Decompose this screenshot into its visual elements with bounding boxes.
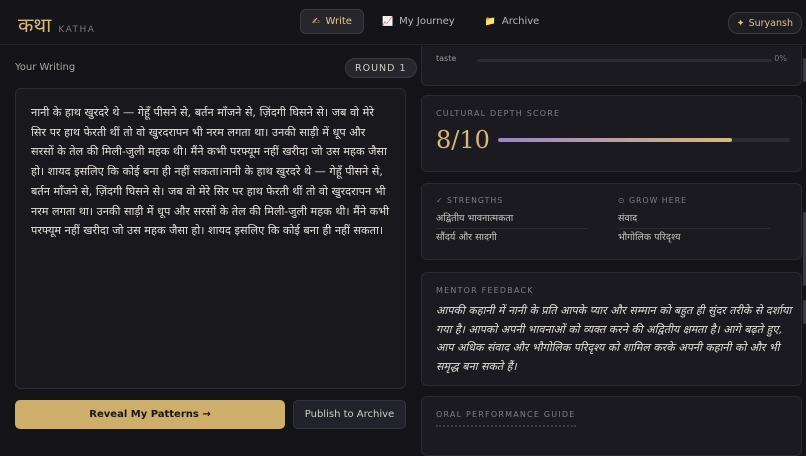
- strength-item: सौंदर्य और सादगी: [436, 232, 497, 243]
- grow-title: ⊙ GROW HERE: [618, 196, 687, 205]
- mentor-title: MENTOR FEEDBACK: [436, 286, 534, 295]
- tab-my-journey-label: My Journey: [399, 16, 455, 27]
- grow-column: ⊙ GROW HERE संवाद भौगोलिक परिदृश्य: [618, 196, 770, 247]
- grow-item: संवाद: [618, 210, 770, 229]
- folder-icon: 📁: [484, 16, 496, 27]
- tab-write-label: Write: [325, 16, 352, 27]
- user-menu-button[interactable]: ✦ Suryansh: [727, 12, 802, 34]
- taste-label: taste: [436, 54, 457, 63]
- score-bar-fill: [498, 138, 732, 142]
- reveal-patterns-button[interactable]: Reveal My Patterns →: [15, 400, 285, 429]
- taste-card: taste 0%: [421, 46, 802, 86]
- publish-archive-button[interactable]: Publish to Archive: [293, 400, 406, 429]
- brand-name-hindi: कथा: [18, 13, 52, 37]
- brand-name-english: KATHA: [58, 25, 96, 35]
- score-value: 8/10: [436, 126, 490, 154]
- writing-hand-icon: ✍: [312, 16, 320, 27]
- tab-write[interactable]: ✍ Write: [300, 9, 364, 34]
- oral-performance-card: ORAL PERFORMANCE GUIDE: [421, 396, 802, 456]
- taste-value: 0%: [774, 54, 787, 63]
- strengths-column: ✓ STRENGTHS अद्वितीय भावनात्मकता सौंदर्य…: [436, 196, 588, 247]
- score-title: CULTURAL DEPTH SCORE: [436, 109, 561, 118]
- chart-icon: 📈: [381, 16, 394, 27]
- oral-title: ORAL PERFORMANCE GUIDE: [436, 410, 576, 419]
- taste-bar: [477, 59, 772, 62]
- tab-archive-label: Archive: [501, 16, 540, 27]
- strengths-title: ✓ STRENGTHS: [436, 196, 504, 205]
- score-bar: [498, 138, 790, 142]
- mentor-feedback-card: MENTOR FEEDBACK आपकी कहानी में नानी के प…: [421, 272, 802, 386]
- main-nav: ✍ Write 📈 My Journey 📁 Archive: [300, 9, 551, 34]
- mentor-text: आपकी कहानी में नानी के प्रति आपके प्यार …: [436, 304, 792, 373]
- sparkle-icon: ✦: [736, 17, 745, 29]
- cultural-depth-card: CULTURAL DEPTH SCORE 8/10: [421, 95, 802, 172]
- grow-item: भौगोलिक परिदृश्य: [618, 232, 681, 243]
- round-badge: ROUND 1: [345, 58, 417, 78]
- writing-textarea[interactable]: नानी के हाथ खुरदरे थे — गेहूँ पीसने से, …: [15, 88, 406, 389]
- brand-logo[interactable]: कथा KATHA: [18, 11, 95, 38]
- tab-archive[interactable]: 📁 Archive: [473, 9, 552, 34]
- strengths-grow-card: ✓ STRENGTHS अद्वितीय भावनात्मकता सौंदर्य…: [421, 183, 802, 260]
- strength-item: अद्वितीय भावनात्मकता: [436, 210, 588, 229]
- user-name: Suryansh: [748, 17, 793, 29]
- top-bar: कथा KATHA ✍ Write 📈 My Journey 📁 Archive…: [0, 0, 806, 45]
- tab-my-journey[interactable]: 📈 My Journey: [370, 9, 467, 34]
- oral-content-peek: [436, 425, 576, 430]
- writing-section-title: Your Writing: [15, 62, 76, 73]
